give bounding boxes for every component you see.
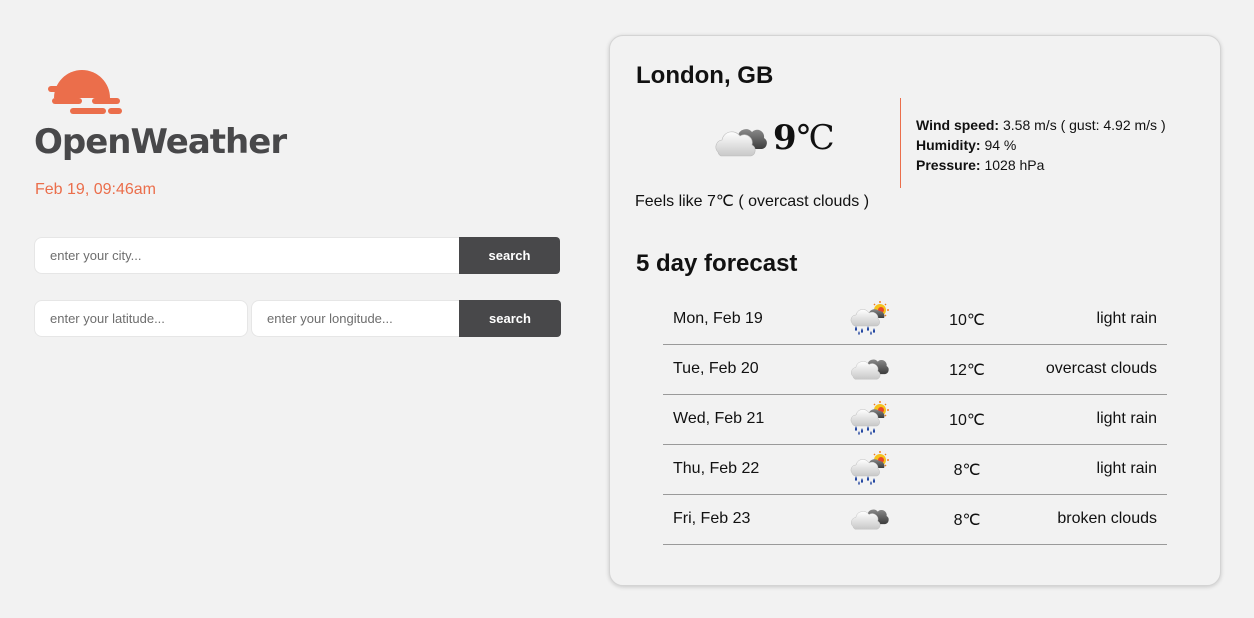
pressure-label: Pressure: <box>916 157 981 173</box>
forecast-day: Wed, Feb 21 <box>673 410 765 427</box>
humidity-label: Humidity: <box>916 137 981 153</box>
weather-card: London, GB 9℃ Wind speed: 3.58 m/s ( gus… <box>609 35 1221 586</box>
city-input[interactable] <box>34 237 459 274</box>
forecast-row: Wed, Feb 21 10℃ light rain <box>663 395 1167 445</box>
location-title: London, GB <box>636 62 774 89</box>
wind-speed-line: Wind speed: 3.58 m/s ( gust: 4.92 m/s ) <box>916 115 1166 135</box>
pressure-line: Pressure: 1028 hPa <box>916 155 1166 175</box>
forecast-table: Mon, Feb 19 10℃ light rain Tue, Feb 20 1… <box>663 295 1167 545</box>
sun-logo-icon <box>48 70 122 114</box>
forecast-day: Mon, Feb 19 <box>673 310 763 327</box>
light-rain-icon <box>847 401 891 435</box>
forecast-desc: overcast clouds <box>1045 360 1157 377</box>
forecast-temp: 12℃ <box>949 362 985 379</box>
wind-speed-value: 3.58 m/s ( gust: 4.92 m/s ) <box>1003 117 1166 133</box>
overcast-clouds-icon <box>847 351 891 381</box>
details-divider <box>900 98 901 188</box>
forecast-day: Thu, Feb 22 <box>673 460 760 477</box>
light-rain-icon <box>847 451 891 485</box>
broken-clouds-icon <box>847 501 891 531</box>
longitude-input[interactable] <box>251 300 459 337</box>
wind-speed-label: Wind speed: <box>916 117 1000 133</box>
forecast-desc: light rain <box>1096 410 1157 427</box>
weather-details: Wind speed: 3.58 m/s ( gust: 4.92 m/s ) … <box>916 115 1166 175</box>
forecast-day: Fri, Feb 23 <box>673 510 751 527</box>
forecast-row: Fri, Feb 23 8℃ broken clouds <box>663 495 1167 545</box>
city-search-button[interactable]: search <box>459 237 560 274</box>
overcast-clouds-icon <box>710 118 770 158</box>
openweather-logo: OpenWeather <box>34 64 287 164</box>
temperature-value: 9 <box>773 118 797 158</box>
coordinates-search-form: search <box>34 300 561 337</box>
forecast-temp: 8℃ <box>953 512 981 529</box>
forecast-row: Tue, Feb 20 12℃ overcast clouds <box>663 345 1167 395</box>
forecast-desc: broken clouds <box>1057 510 1157 527</box>
forecast-title: 5 day forecast <box>636 250 798 277</box>
humidity-value: 94 % <box>984 137 1017 153</box>
forecast-desc: light rain <box>1096 310 1157 327</box>
forecast-temp: 10℃ <box>949 312 985 329</box>
current-datetime: Feb 19, 09:46am <box>35 181 156 198</box>
city-search-form: search <box>34 237 560 274</box>
light-rain-icon <box>847 301 891 335</box>
coordinates-search-button[interactable]: search <box>459 300 561 337</box>
latitude-input[interactable] <box>34 300 248 337</box>
forecast-temp: 8℃ <box>953 462 981 479</box>
forecast-temp: 10℃ <box>949 412 985 429</box>
current-temperature: 9℃ <box>773 118 835 158</box>
forecast-day: Tue, Feb 20 <box>673 360 759 377</box>
feels-like-text: Feels like 7℃ ( overcast clouds ) <box>635 193 870 210</box>
temperature-unit: ℃ <box>796 118 835 158</box>
forecast-desc: light rain <box>1096 460 1157 477</box>
pressure-value: 1028 hPa <box>984 157 1045 173</box>
brand-name: OpenWeather <box>34 122 287 162</box>
forecast-row: Mon, Feb 19 10℃ light rain <box>663 295 1167 345</box>
humidity-line: Humidity: 94 % <box>916 135 1166 155</box>
forecast-row: Thu, Feb 22 8℃ light rain <box>663 445 1167 495</box>
